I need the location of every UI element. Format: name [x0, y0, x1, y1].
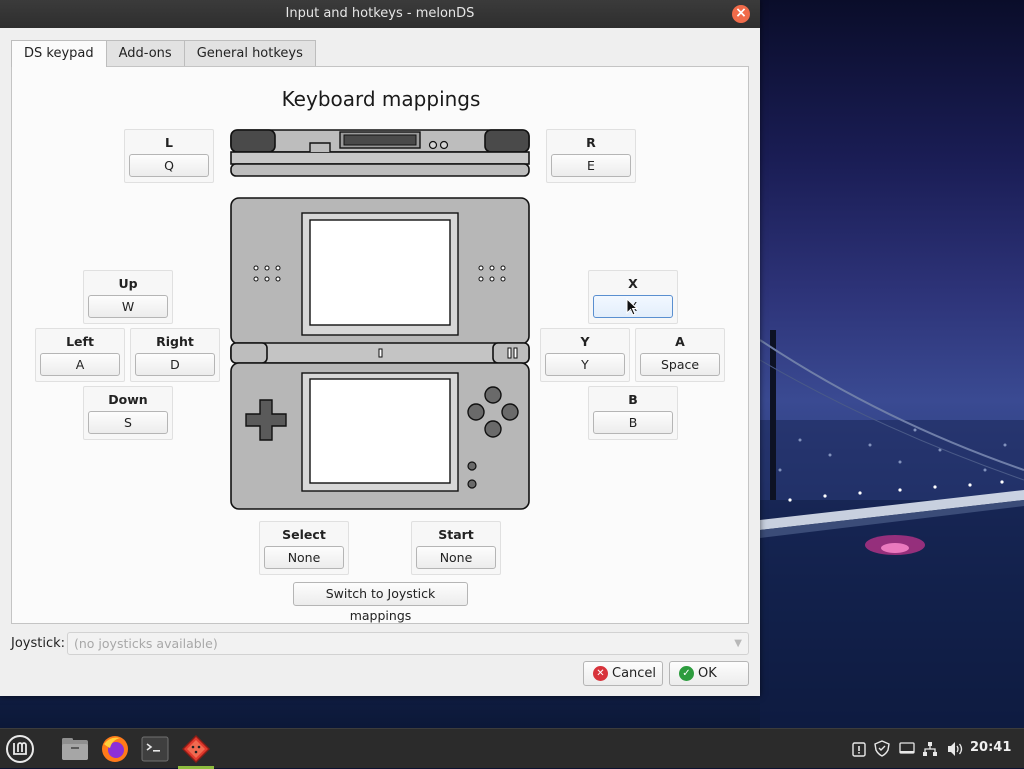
key-label-left: Left: [66, 334, 94, 349]
melonds-icon[interactable]: [181, 734, 211, 764]
key-group-b: B B: [588, 386, 678, 440]
key-label-y: Y: [580, 334, 590, 349]
key-label-select: Select: [282, 527, 326, 542]
key-button-r[interactable]: E: [551, 154, 631, 177]
key-button-left[interactable]: A: [40, 353, 120, 376]
ok-check-icon: ✓: [679, 666, 694, 681]
key-label-down: Down: [108, 392, 148, 407]
key-label-a: A: [675, 334, 685, 349]
key-group-y: Y Y: [540, 328, 630, 382]
key-button-l[interactable]: Q: [129, 154, 209, 177]
key-group-l: L Q: [124, 129, 214, 183]
network-icon[interactable]: [922, 741, 938, 757]
volume-icon[interactable]: [946, 741, 964, 757]
key-group-select: Select None: [259, 521, 349, 575]
mint-menu-icon[interactable]: [5, 734, 35, 764]
ok-button[interactable]: ✓ OK: [669, 661, 749, 686]
tab-bar: DS keypad Add-ons General hotkeys: [11, 40, 316, 67]
key-label-l: L: [165, 135, 173, 150]
joystick-select-value: (no joysticks available): [74, 636, 218, 651]
key-group-start: Start None: [411, 521, 501, 575]
switch-joystick-mappings-button[interactable]: Switch to Joystick mappings: [293, 582, 468, 623]
key-group-right: Right D: [130, 328, 220, 382]
key-button-up[interactable]: W: [88, 295, 168, 318]
update-icon[interactable]: [852, 741, 866, 757]
window-titlebar[interactable]: Input and hotkeys - melonDS ×: [0, 0, 760, 28]
close-button[interactable]: ×: [732, 5, 750, 23]
key-button-select[interactable]: None: [264, 546, 344, 569]
key-button-b[interactable]: B: [593, 411, 673, 434]
tab-add-ons[interactable]: Add-ons: [105, 40, 185, 66]
key-button-down[interactable]: S: [88, 411, 168, 434]
mouse-cursor-icon: [626, 298, 638, 316]
dialog-window: Input and hotkeys - melonDS × DS keypad …: [0, 0, 760, 696]
key-group-left: Left A: [35, 328, 125, 382]
key-button-start[interactable]: None: [416, 546, 496, 569]
cancel-icon: ✕: [593, 666, 608, 681]
ok-button-label: OK: [698, 666, 717, 681]
key-group-down: Down S: [83, 386, 173, 440]
taskbar-clock[interactable]: 20:41: [970, 740, 1011, 755]
taskbar: 20:41: [0, 728, 1024, 769]
cancel-button-label: Cancel: [612, 666, 657, 681]
nintendo-ds-illustration: [230, 129, 530, 510]
key-label-right: Right: [156, 334, 194, 349]
firefox-icon[interactable]: [100, 734, 130, 764]
tab-general-hotkeys[interactable]: General hotkeys: [183, 40, 316, 66]
joystick-label: Joystick:: [11, 636, 66, 651]
key-label-b: B: [628, 392, 638, 407]
key-label-start: Start: [438, 527, 474, 542]
key-group-r: R E: [546, 129, 636, 183]
cancel-button[interactable]: ✕ Cancel: [583, 661, 663, 686]
shield-icon[interactable]: [874, 740, 890, 757]
key-label-up: Up: [118, 276, 138, 291]
tab-ds-keypad[interactable]: DS keypad: [11, 40, 107, 67]
key-group-up: Up W: [83, 270, 173, 324]
key-label-r: R: [586, 135, 596, 150]
key-button-right[interactable]: D: [135, 353, 215, 376]
key-button-a[interactable]: Space: [640, 353, 720, 376]
keypad-panel: Keyboard mappings L Q R E Up W Left A Ri…: [11, 66, 749, 624]
key-group-a: A Space: [635, 328, 725, 382]
key-button-y[interactable]: Y: [545, 353, 625, 376]
chevron-down-icon: ▼: [734, 638, 742, 649]
joystick-select[interactable]: (no joysticks available) ▼: [67, 632, 749, 655]
window-title: Input and hotkeys - melonDS: [285, 6, 475, 21]
terminal-icon[interactable]: [140, 734, 170, 764]
display-icon[interactable]: [899, 742, 915, 756]
files-icon[interactable]: [60, 734, 90, 764]
page-title: Keyboard mappings: [281, 87, 481, 111]
key-label-x: X: [628, 276, 638, 291]
